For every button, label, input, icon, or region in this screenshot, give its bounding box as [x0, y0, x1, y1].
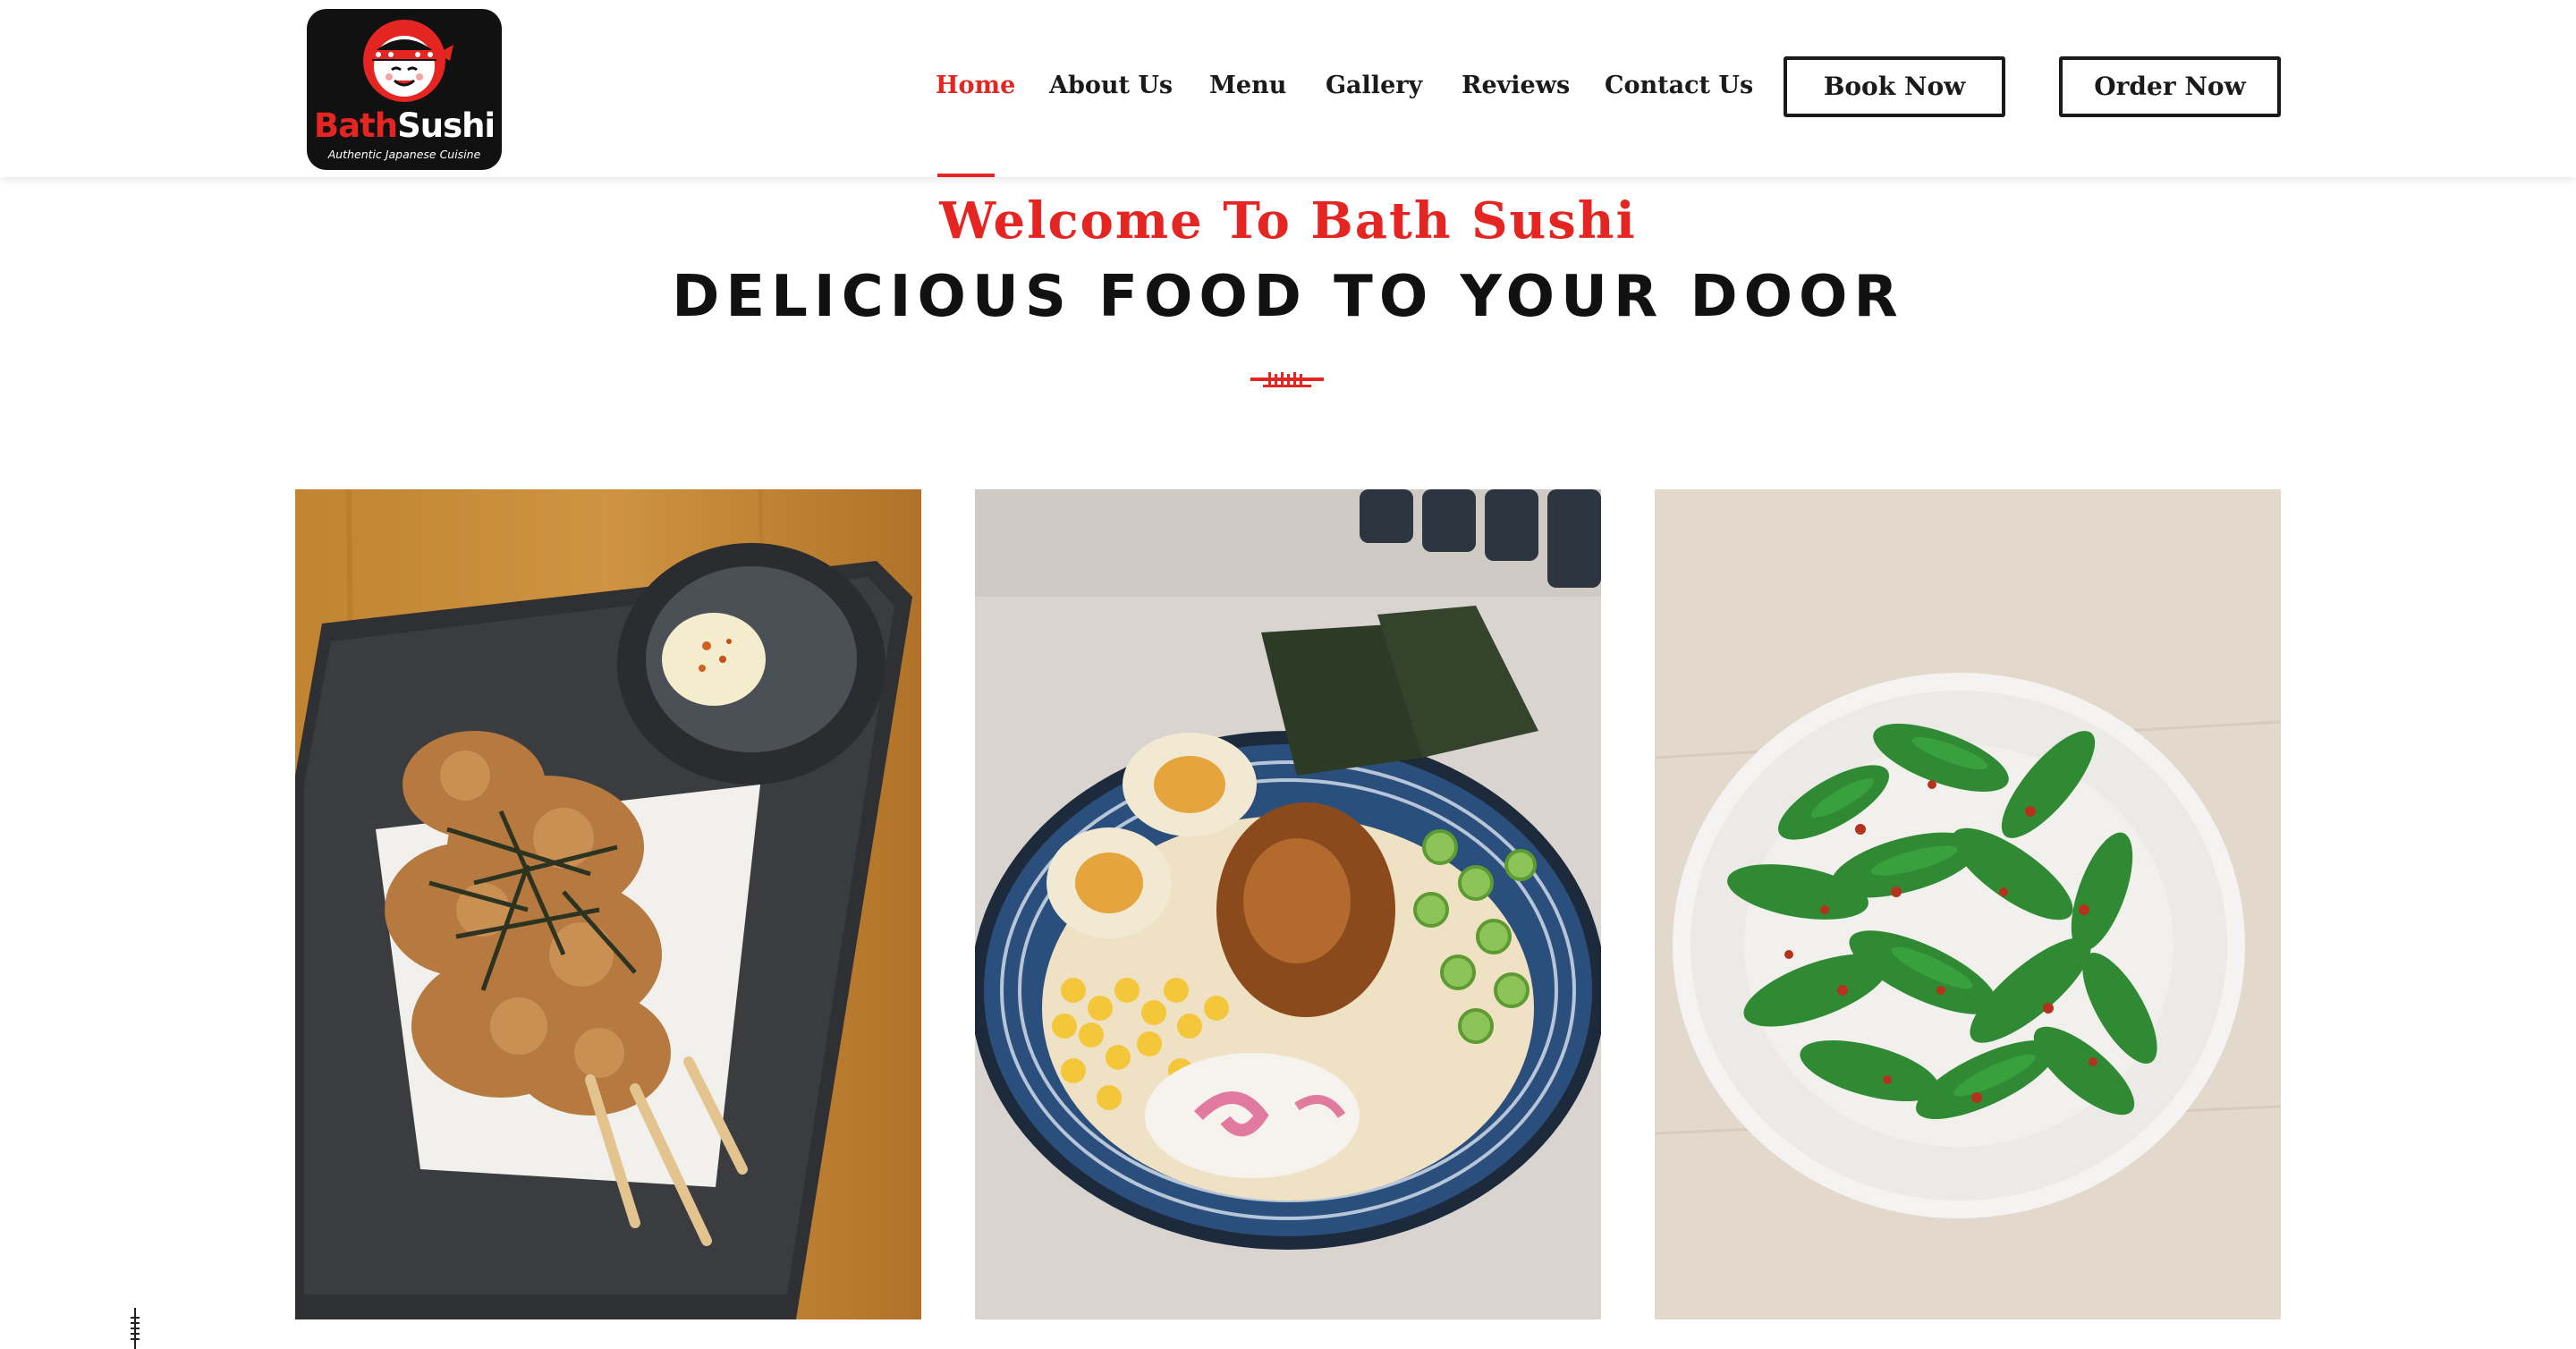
nav-menu[interactable]: Menu — [1209, 68, 1286, 104]
page: BathSushi Authentic Japanese Cuisine Hom… — [0, 0, 2576, 1349]
chopsticks-divider-icon — [1250, 372, 1324, 387]
nav-home[interactable]: Home — [936, 68, 1015, 104]
nav-about-us[interactable]: About Us — [1049, 68, 1173, 104]
book-now-button[interactable]: Book Now — [1784, 56, 2005, 117]
brand-name-sushi: Sushi — [397, 106, 496, 145]
brand-name-bath: Bath — [313, 106, 398, 145]
skewers-image — [295, 489, 921, 1319]
gallery-photo-ramen[interactable] — [975, 489, 1601, 1319]
sushi-chef-mascot-icon — [363, 20, 453, 102]
nav-reviews[interactable]: Reviews — [1462, 68, 1570, 104]
ramen-image — [975, 489, 1601, 1319]
brand-logo[interactable]: BathSushi Authentic Japanese Cuisine — [307, 9, 502, 170]
welcome-heading: Welcome To Bath Sushi — [939, 191, 1637, 250]
brand-name: BathSushi — [307, 107, 502, 145]
nav-gallery[interactable]: Gallery — [1326, 68, 1422, 104]
brand-tagline: Authentic Japanese Cuisine — [327, 148, 481, 161]
gallery-photo-skewers[interactable] — [295, 489, 921, 1319]
order-now-button[interactable]: Order Now — [2059, 56, 2281, 117]
nav-contact-us[interactable]: Contact Us — [1605, 68, 1753, 104]
edamame-image — [1655, 489, 2281, 1319]
gallery-photo-edamame[interactable] — [1655, 489, 2281, 1319]
site-header: BathSushi Authentic Japanese Cuisine Hom… — [0, 0, 2576, 177]
nav-active-indicator — [937, 174, 995, 177]
scroll-handle-icon[interactable] — [129, 1308, 141, 1349]
page-headline: DELICIOUS FOOD TO YOUR DOOR — [672, 264, 1904, 330]
